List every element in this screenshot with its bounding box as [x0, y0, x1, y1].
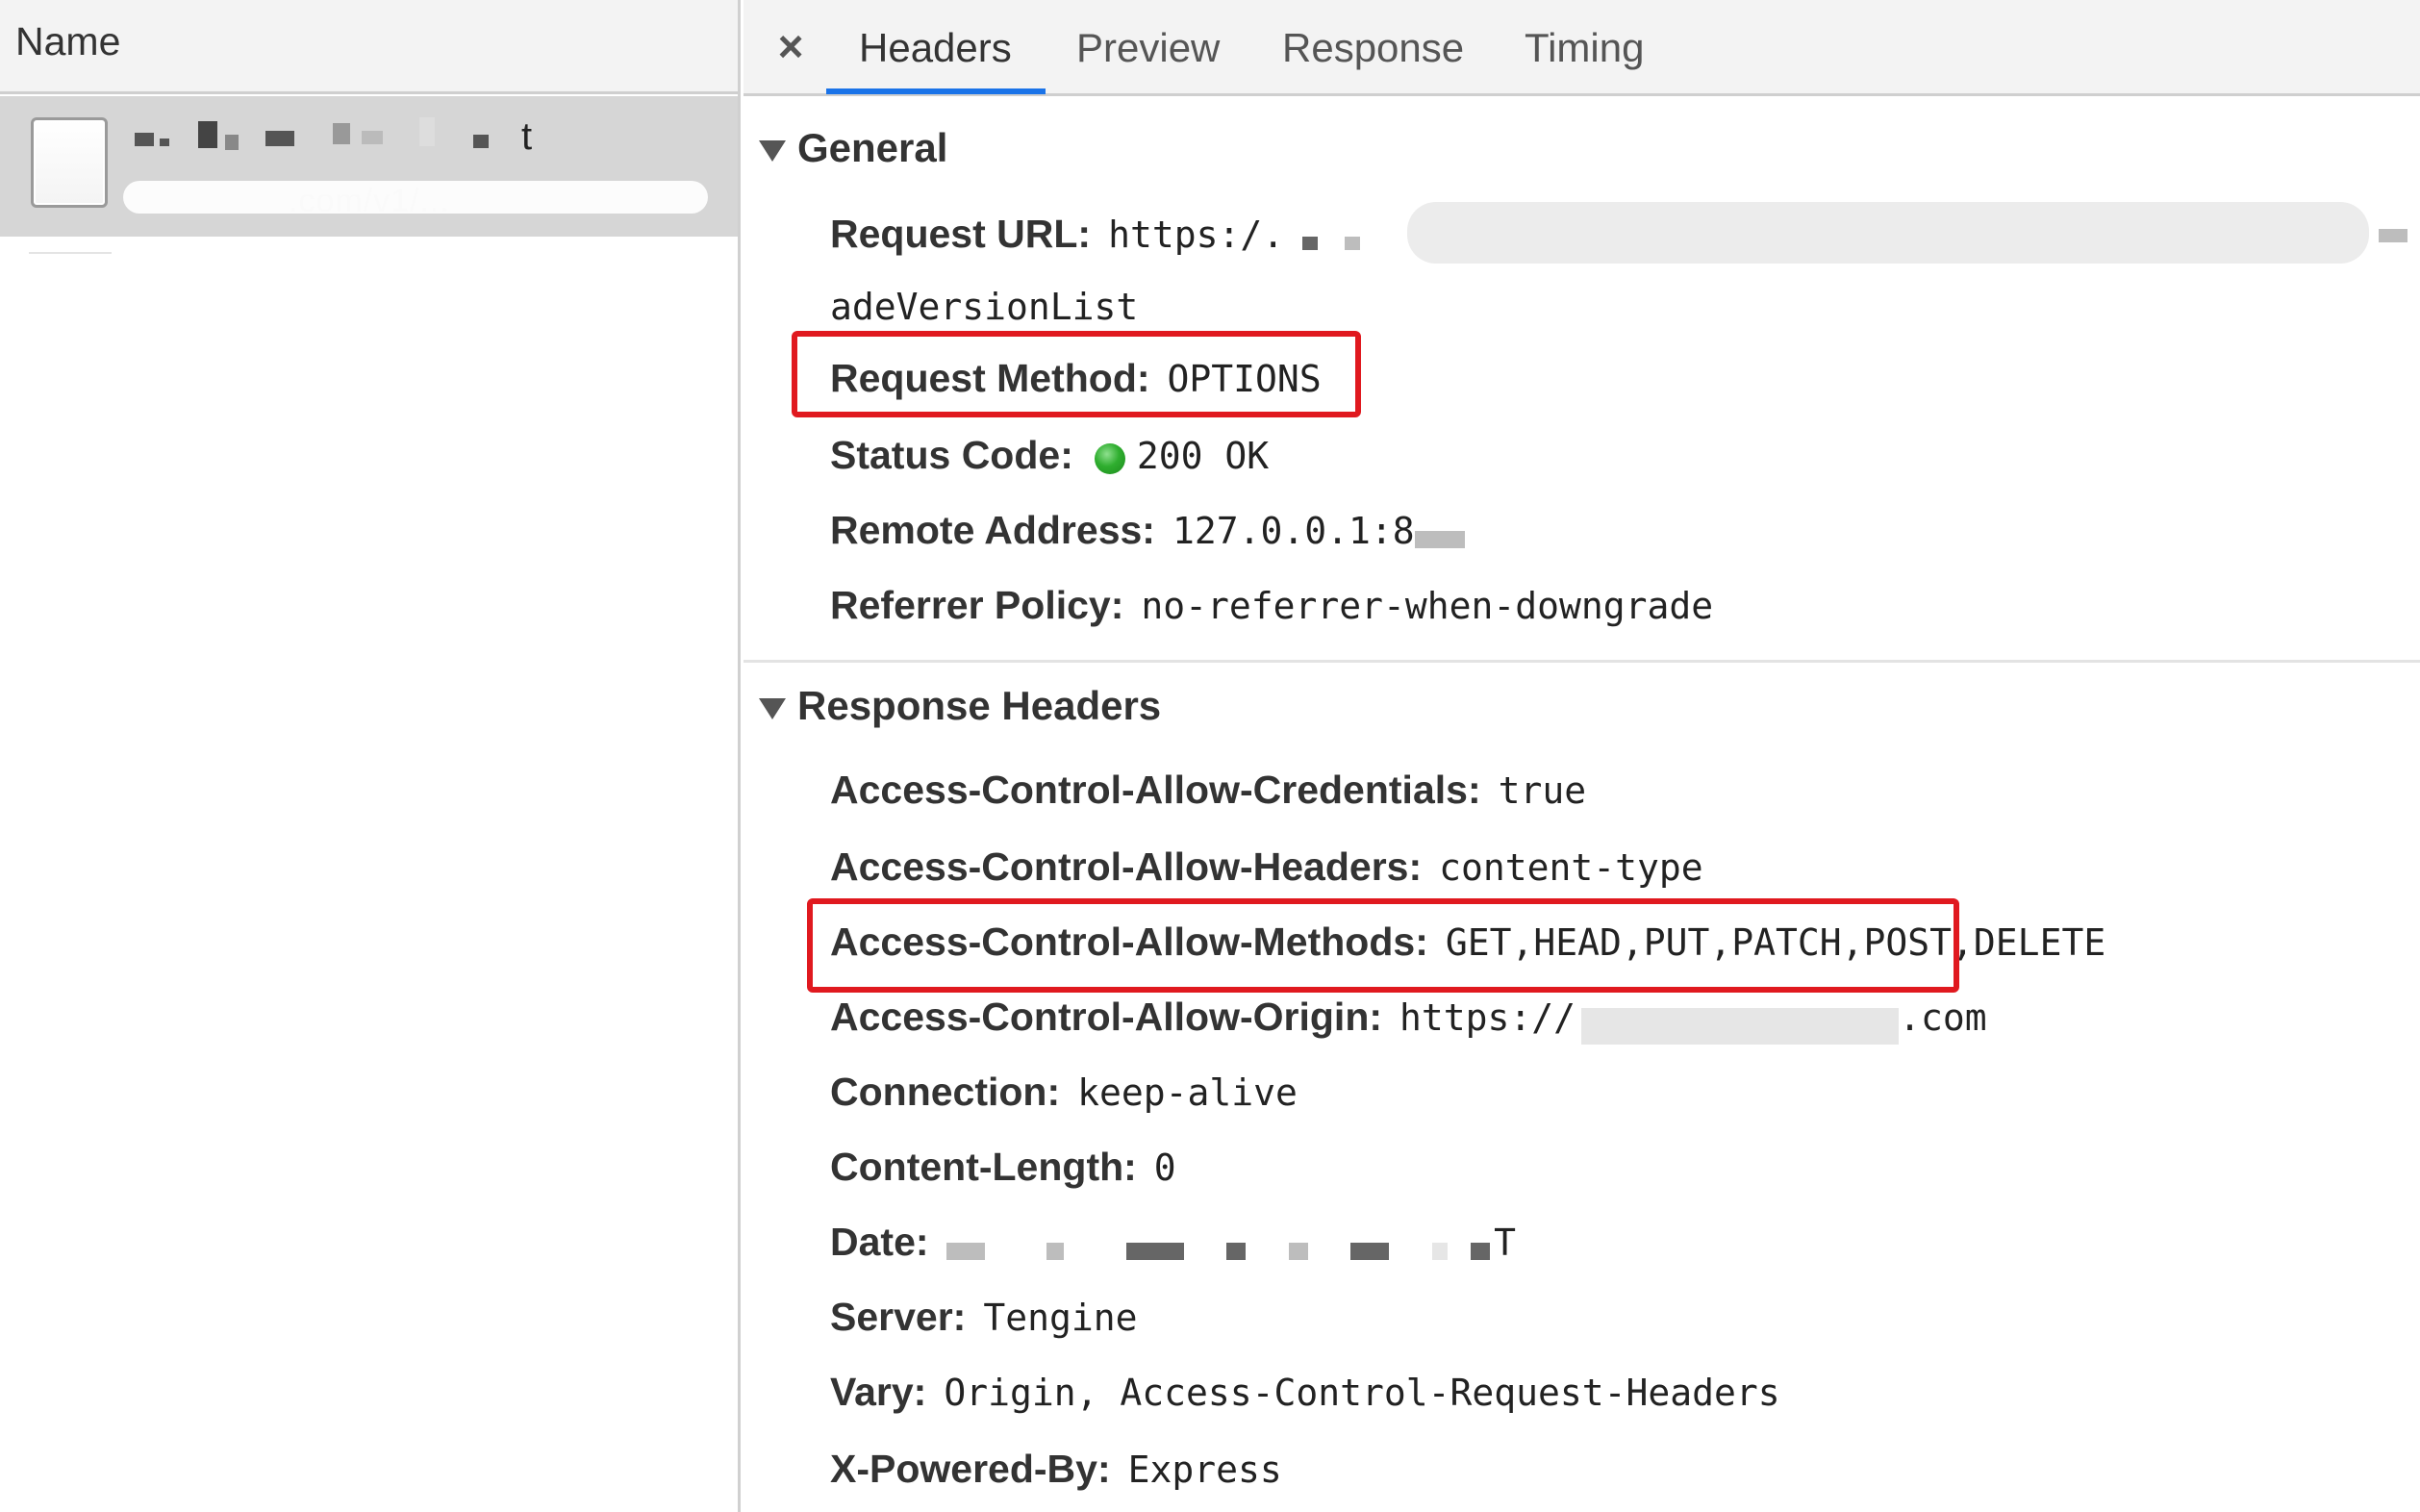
status-code-value: 200 OK [1136, 435, 1270, 477]
header-row-allow-origin: Access-Control-Allow-Origin: https:// .com [830, 993, 1987, 1045]
request-list-pane: Name t .com/v1/... [0, 0, 741, 1512]
response-headers-section-title: Response Headers [797, 683, 1162, 728]
header-row-content-length: Content-Length: 0 [830, 1143, 1176, 1191]
tab-response[interactable]: Response [1282, 25, 1464, 79]
document-icon [31, 117, 108, 208]
tab-preview[interactable]: Preview [1076, 25, 1220, 79]
origin-redaction [1581, 1007, 1900, 1045]
name-column-label: Name [15, 19, 121, 63]
row-divider [29, 252, 112, 254]
header-value: Express [1127, 1449, 1282, 1491]
header-value-suffix: T [1494, 1222, 1517, 1264]
header-row-allow-credentials: Access-Control-Allow-Credentials: true [830, 766, 1586, 814]
request-name-fragment: t [521, 115, 533, 158]
header-row-date: Date: T [830, 1218, 1516, 1266]
status-ok-icon [1094, 442, 1125, 474]
request-url-suffix: adeVersionList [830, 286, 1139, 328]
caret-down-icon [759, 697, 786, 719]
general-section-title: General [797, 125, 948, 170]
header-key: X-Powered-By: [830, 1447, 1111, 1491]
remote-address-value: 127.0.0.1:8 [1172, 510, 1415, 552]
remote-address-redaction [1414, 530, 1465, 548]
header-value: 0 [1153, 1147, 1176, 1189]
header-key: Date: [830, 1220, 929, 1264]
request-url-redaction [1407, 202, 2369, 264]
request-url-label: Request URL: [830, 212, 1092, 256]
request-name-redacted: t [135, 113, 673, 162]
caret-down-icon [759, 139, 786, 162]
header-row-connection: Connection: keep-alive [830, 1068, 1298, 1116]
allow-methods-highlight [807, 898, 1959, 993]
remote-address-row: Remote Address: 127.0.0.1:8 [830, 506, 1465, 554]
remote-address-label: Remote Address: [830, 508, 1155, 552]
header-value: Origin, Access-Control-Request-Headers [944, 1372, 1780, 1414]
referrer-policy-value: no-referrer-when-downgrade [1141, 585, 1714, 627]
tab-headers[interactable]: Headers [859, 25, 1012, 79]
request-details-pane: × Headers Preview Response Timing Genera… [744, 0, 2420, 1512]
header-key: Access-Control-Allow-Origin: [830, 995, 1383, 1039]
referrer-policy-label: Referrer Policy: [830, 583, 1124, 627]
details-tab-bar: × Headers Preview Response Timing [744, 0, 2420, 96]
header-value: https:// [1399, 996, 1576, 1039]
header-row-server: Server: Tengine [830, 1293, 1137, 1341]
header-key: Access-Control-Allow-Credentials: [830, 768, 1481, 812]
tab-timing[interactable]: Timing [1525, 25, 1644, 79]
response-headers-section-toggle[interactable]: Response Headers [759, 683, 1161, 729]
section-divider [744, 660, 2420, 663]
request-url-redaction [123, 181, 708, 214]
header-value: Tengine [983, 1297, 1138, 1339]
close-icon[interactable]: × [767, 19, 815, 73]
active-tab-indicator [826, 88, 1046, 94]
header-row-vary: Vary: Origin, Access-Control-Request-Head… [830, 1368, 1780, 1416]
header-row-powered-by: X-Powered-By: Express [830, 1445, 1282, 1493]
name-column-header[interactable]: Name [0, 0, 738, 94]
status-code-row: Status Code: 200 OK [830, 431, 1269, 479]
request-url-continuation: adeVersionList [830, 283, 1138, 331]
request-url-redaction-tail [2379, 229, 2407, 242]
header-key: Server: [830, 1295, 967, 1339]
request-method-highlight [792, 331, 1361, 417]
header-value-suffix: .com [1899, 996, 1987, 1039]
request-url-row: Request URL: https:/. [830, 210, 1361, 258]
header-value: keep-alive [1077, 1071, 1298, 1114]
header-key: Content-Length: [830, 1145, 1137, 1189]
header-row-allow-headers: Access-Control-Allow-Headers: content-typ… [830, 843, 1703, 891]
header-key: Vary: [830, 1370, 927, 1414]
header-key: Access-Control-Allow-Headers: [830, 844, 1423, 889]
header-value: true [1498, 769, 1587, 812]
header-value: content-type [1439, 846, 1703, 889]
general-section-toggle[interactable]: General [759, 125, 947, 171]
request-url-prefix: https:/. [1108, 214, 1285, 256]
referrer-policy-row: Referrer Policy: no-referrer-when-downgra… [830, 581, 1713, 629]
status-code-label: Status Code: [830, 433, 1073, 477]
header-key: Connection: [830, 1070, 1061, 1114]
request-list-item[interactable]: t .com/v1/... [0, 96, 738, 237]
